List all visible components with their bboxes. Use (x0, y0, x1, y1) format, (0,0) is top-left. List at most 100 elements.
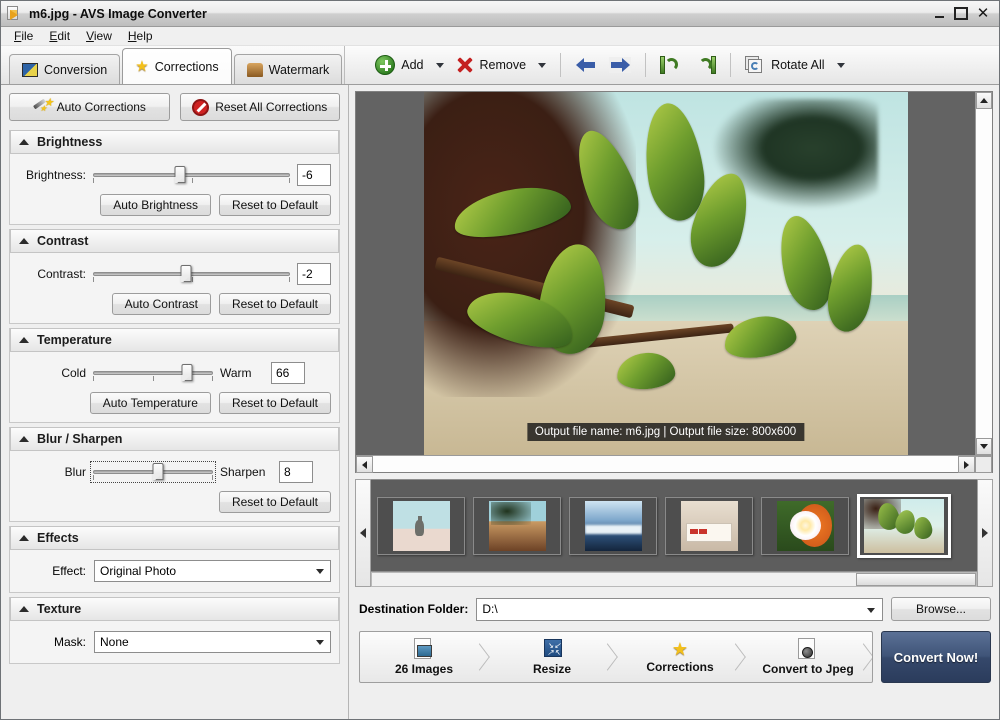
forward-button[interactable] (603, 50, 637, 80)
brightness-slider[interactable] (93, 167, 290, 183)
thumbnail-item[interactable] (473, 497, 561, 555)
group-header-effects[interactable]: Effects (10, 526, 339, 550)
convert-now-button[interactable]: Convert Now! (881, 631, 991, 683)
scroll-down-button[interactable] (976, 438, 992, 455)
thumbnail-strip[interactable] (371, 479, 977, 572)
scroll-track[interactable] (976, 109, 992, 438)
remove-button[interactable]: Remove (450, 50, 533, 80)
contrast-reset-button[interactable]: Reset to Default (219, 293, 331, 315)
maximize-button[interactable] (950, 5, 972, 23)
wizard-step-label: Convert to Jpeg (762, 662, 853, 676)
group-header-brightness[interactable]: Brightness (10, 130, 339, 154)
collapse-arrow-icon[interactable] (19, 606, 29, 612)
thumbnail-item[interactable] (665, 497, 753, 555)
rotate-left-icon (660, 55, 682, 75)
thumbnail-prev-button[interactable] (355, 479, 371, 587)
tab-corrections[interactable]: ★ Corrections (122, 48, 231, 84)
collapse-arrow-icon[interactable] (19, 238, 29, 244)
blur-label: Blur (18, 465, 86, 479)
minimize-button[interactable] (928, 5, 950, 23)
slider-thumb[interactable] (180, 265, 191, 282)
back-button[interactable] (569, 50, 603, 80)
thumbnail-next-button[interactable] (977, 479, 993, 587)
collapse-arrow-icon[interactable] (19, 535, 29, 541)
wizard-step-convert-format[interactable]: Convert to Jpeg (744, 632, 872, 682)
preview-horizontal-scrollbar[interactable] (356, 455, 992, 472)
temperature-warm-label: Warm (220, 366, 264, 380)
collapse-arrow-icon[interactable] (19, 436, 29, 442)
scroll-left-button[interactable] (356, 456, 373, 473)
browse-button[interactable]: Browse... (891, 597, 991, 621)
blur-sharpen-value[interactable]: 8 (279, 461, 313, 483)
add-button[interactable]: Add (369, 50, 429, 80)
preview-canvas[interactable]: Output file name: m6.jpg | Output file s… (356, 92, 975, 455)
brightness-value[interactable]: -6 (297, 164, 331, 186)
menu-item-edit[interactable]: Edit (42, 28, 77, 44)
add-dropdown-caret[interactable] (436, 63, 444, 68)
scroll-track[interactable] (373, 456, 958, 472)
collapse-arrow-icon[interactable] (19, 337, 29, 343)
scroll-corner (975, 456, 992, 473)
group-header-contrast[interactable]: Contrast (10, 229, 339, 253)
auto-corrections-button[interactable]: ★★ Auto Corrections (9, 93, 170, 121)
contrast-slider[interactable] (93, 266, 290, 282)
thumbnail-scrollbar[interactable] (371, 572, 977, 587)
wizard-step-resize[interactable]: ↘↙ ↗↖ Resize (488, 632, 616, 682)
menu-bar: FFileile Edit View Help (1, 27, 999, 46)
slider-thumb[interactable] (174, 166, 185, 183)
contrast-value[interactable]: -2 (297, 263, 331, 285)
remove-dropdown-caret[interactable] (538, 63, 546, 68)
rotate-left-button[interactable] (654, 50, 688, 80)
group-header-texture[interactable]: Texture (10, 597, 339, 621)
resize-icon: ↘↙ ↗↖ (540, 638, 564, 660)
corrections-sidebar: ★★ Auto Corrections Reset All Correction… (1, 85, 349, 719)
rotate-all-button[interactable]: Rotate All (739, 50, 831, 80)
preview-panel: Output file name: m6.jpg | Output file s… (355, 91, 993, 473)
temperature-reset-button[interactable]: Reset to Default (219, 392, 331, 414)
slider-thumb[interactable] (152, 463, 163, 480)
temperature-slider[interactable] (93, 365, 213, 381)
tab-watermark[interactable]: Watermark (234, 54, 343, 84)
preview-vertical-scrollbar[interactable] (975, 92, 992, 455)
brightness-reset-button[interactable]: Reset to Default (219, 194, 331, 216)
reset-all-corrections-button[interactable]: Reset All Corrections (180, 93, 341, 121)
close-button[interactable]: ✕ (972, 5, 994, 23)
scroll-up-button[interactable] (976, 92, 992, 109)
scroll-right-button[interactable] (958, 456, 975, 473)
auto-brightness-button[interactable]: Auto Brightness (100, 194, 211, 216)
chevron-down-icon (316, 640, 324, 645)
thumbnail-item[interactable] (377, 497, 465, 555)
menu-item-view[interactable]: View (79, 28, 119, 44)
wizard-step-corrections[interactable]: ★ Corrections (616, 632, 744, 682)
collapse-arrow-icon[interactable] (19, 139, 29, 145)
thumbnail-scrollbar-thumb[interactable] (856, 573, 976, 586)
temperature-value[interactable]: 66 (271, 362, 305, 384)
toolbar-separator (730, 53, 731, 77)
tab-conversion[interactable]: Conversion (9, 54, 120, 84)
app-window: m6.jpg - AVS Image Converter ✕ FFileile … (0, 0, 1000, 720)
thumbnail-item[interactable] (761, 497, 849, 555)
slider-thumb[interactable] (181, 364, 192, 381)
thumbnail-item[interactable] (569, 497, 657, 555)
rotate-right-button[interactable] (688, 50, 722, 80)
blur-sharpen-slider[interactable] (93, 464, 213, 480)
blur-sharpen-reset-button[interactable]: Reset to Default (219, 491, 331, 513)
group-header-temperature[interactable]: Temperature (10, 328, 339, 352)
group-header-blur-sharpen[interactable]: Blur / Sharpen (10, 427, 339, 451)
thumbnail-item-selected[interactable] (857, 494, 951, 558)
wizard-step-images[interactable]: 26 Images (360, 632, 488, 682)
group-title: Blur / Sharpen (37, 432, 122, 446)
auto-contrast-button[interactable]: Auto Contrast (112, 293, 211, 315)
menu-item-help[interactable]: Help (121, 28, 160, 44)
menu-item-file[interactable]: FFileile (7, 28, 40, 44)
mask-dropdown[interactable]: None (94, 631, 331, 653)
chevron-separator (727, 632, 745, 682)
rotate-all-dropdown-caret[interactable] (837, 63, 845, 68)
tab-label: Corrections (155, 60, 219, 74)
destination-folder-input[interactable]: D:\ (476, 598, 883, 621)
chevron-down-icon[interactable] (867, 608, 875, 613)
effect-dropdown[interactable]: Original Photo (94, 560, 331, 582)
group-title: Effects (37, 531, 79, 545)
auto-temperature-button[interactable]: Auto Temperature (90, 392, 211, 414)
title-bar: m6.jpg - AVS Image Converter ✕ (1, 1, 999, 27)
